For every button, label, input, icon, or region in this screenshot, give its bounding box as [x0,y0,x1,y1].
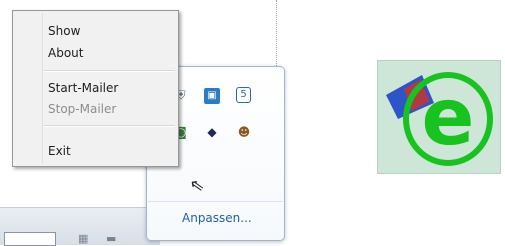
logo-letter: e [422,73,475,163]
diamond-icon[interactable]: ◆ [204,124,220,140]
app-logo: e [377,60,501,174]
messenger-icon[interactable]: ☻ [236,124,252,140]
monitor-icon[interactable]: ▣ [204,88,220,104]
menu-item-stop-mailer: Stop-Mailer [48,102,117,116]
html5-icon[interactable]: 5 [236,87,251,103]
menu-item-show[interactable]: Show [48,23,80,39]
customize-link[interactable]: Anpassen... [182,211,252,225]
menu-item-start-mailer[interactable]: Start-Mailer [48,80,118,96]
menu-item-exit[interactable]: Exit [48,143,71,159]
mouse-pointer-icon: ⇖ [188,174,206,198]
menu-item-about[interactable]: About [48,45,83,61]
panel-divider [148,201,283,202]
menu-separator [44,70,175,72]
taskbar-bar-icon[interactable]: ▬ [106,232,116,245]
tray-context-menu: Show About Start-Mailer Stop-Mailer Exit [12,10,179,167]
app-logo-graphic: e [386,72,493,166]
taskbar-grid-icon[interactable]: ▦ [78,232,88,245]
menu-separator [44,125,175,127]
